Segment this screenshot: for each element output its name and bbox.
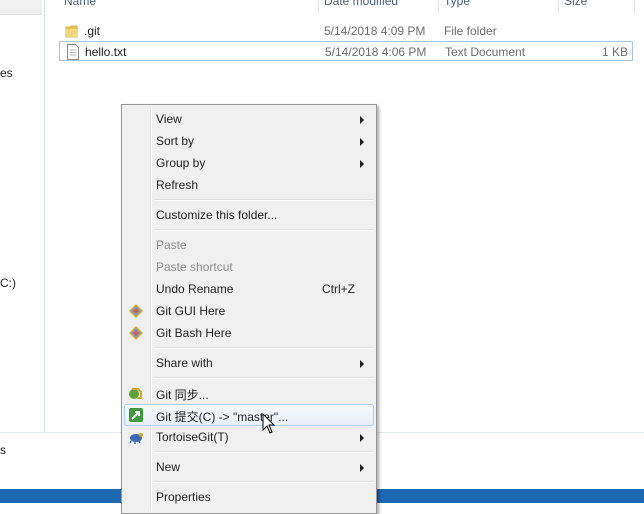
- menu-item-tortoisegit[interactable]: TortoiseGit(T): [124, 426, 374, 448]
- git-gui-icon: [129, 304, 143, 318]
- menu-item-refresh[interactable]: Refresh: [124, 174, 374, 196]
- text-document-icon: [67, 44, 79, 60]
- file-date: 5/14/2018 4:06 PM: [325, 45, 427, 59]
- menu-item-git-bash[interactable]: Git Bash Here: [124, 322, 374, 344]
- menu-separator: [154, 347, 374, 349]
- nav-scrollbar[interactable]: [0, 0, 42, 15]
- menu-item-label: Group by: [156, 156, 206, 170]
- menu-item-git-gui[interactable]: Git GUI Here: [124, 300, 374, 322]
- navigation-pane[interactable]: es C:): [0, 0, 45, 432]
- menu-item-label: Refresh: [156, 178, 199, 192]
- menu-separator: [154, 481, 374, 483]
- menu-item-label: View: [156, 112, 182, 126]
- menu-item-label: Paste: [156, 238, 187, 252]
- menu-item-properties[interactable]: Properties: [124, 486, 374, 508]
- menu-item-customize-folder[interactable]: Customize this folder...: [124, 204, 374, 226]
- tortoisegit-icon: [129, 433, 143, 444]
- menu-item-undo-rename[interactable]: Undo Rename Ctrl+Z: [124, 278, 374, 300]
- file-type: File folder: [444, 24, 497, 38]
- folder-icon: [65, 25, 78, 38]
- column-divider[interactable]: [634, 0, 635, 14]
- context-menu: View Sort by Group by Refresh Customize …: [121, 104, 377, 514]
- menu-item-label: TortoiseGit(T): [156, 430, 229, 444]
- menu-item-sort-by[interactable]: Sort by: [124, 130, 374, 152]
- menu-item-label: Sort by: [156, 134, 195, 148]
- column-divider[interactable]: [438, 0, 439, 14]
- menu-item-label: New: [156, 460, 181, 474]
- file-name: .git: [84, 24, 101, 38]
- column-header-type[interactable]: Type: [444, 0, 470, 8]
- column-header-size[interactable]: Size: [564, 0, 587, 8]
- file-size: 1 KB: [601, 45, 628, 59]
- file-row-hello-txt[interactable]: hello.txt 5/14/2018 4:06 PM Text Documen…: [59, 41, 633, 61]
- menu-item-label: Git Bash Here: [156, 326, 232, 340]
- column-header-name[interactable]: Name: [64, 0, 96, 8]
- menu-item-view[interactable]: View: [124, 108, 374, 130]
- mouse-cursor-icon: [262, 413, 276, 434]
- menu-item-label: Paste shortcut: [156, 260, 233, 274]
- column-divider[interactable]: [318, 0, 319, 14]
- submenu-arrow-icon: [360, 138, 364, 146]
- details-text: s: [0, 443, 6, 457]
- git-sync-icon: [129, 388, 142, 399]
- menu-separator: [154, 451, 374, 453]
- menu-separator: [154, 199, 374, 201]
- menu-item-label: Git GUI Here: [156, 304, 226, 318]
- menu-item-label: Share with: [156, 356, 213, 370]
- menu-item-label: Properties: [156, 490, 211, 504]
- submenu-arrow-icon: [360, 464, 364, 472]
- submenu-arrow-icon: [360, 434, 364, 442]
- submenu-arrow-icon: [360, 160, 364, 168]
- column-divider[interactable]: [558, 0, 559, 14]
- file-row-git[interactable]: .git 5/14/2018 4:09 PM File folder: [59, 21, 633, 41]
- menu-item-git-commit[interactable]: Git 提交(C) -> "master"...: [124, 404, 374, 426]
- menu-separator: [154, 377, 374, 379]
- nav-item-libraries[interactable]: es: [0, 66, 13, 80]
- menu-item-label: Customize this folder...: [156, 208, 278, 222]
- menu-separator: [154, 229, 374, 231]
- menu-item-paste[interactable]: Paste: [124, 234, 374, 256]
- menu-item-share-with[interactable]: Share with: [124, 352, 374, 374]
- git-commit-icon: [129, 408, 143, 422]
- menu-item-paste-shortcut[interactable]: Paste shortcut: [124, 256, 374, 278]
- file-type: Text Document: [445, 45, 526, 59]
- menu-item-git-sync[interactable]: Git 同步...: [124, 382, 374, 404]
- menu-item-label: Undo Rename: [156, 282, 234, 296]
- submenu-arrow-icon: [360, 116, 364, 124]
- nav-item-local-disk[interactable]: C:): [0, 276, 16, 290]
- file-name: hello.txt: [85, 45, 127, 59]
- menu-item-shortcut: Ctrl+Z: [322, 282, 355, 296]
- column-header-date[interactable]: Date modified: [324, 0, 398, 8]
- git-bash-icon: [129, 326, 143, 340]
- menu-item-label: Git 同步...: [156, 388, 209, 402]
- menu-item-group-by[interactable]: Group by: [124, 152, 374, 174]
- file-date: 5/14/2018 4:09 PM: [324, 24, 426, 38]
- menu-item-new[interactable]: New: [124, 456, 374, 478]
- submenu-arrow-icon: [360, 360, 364, 368]
